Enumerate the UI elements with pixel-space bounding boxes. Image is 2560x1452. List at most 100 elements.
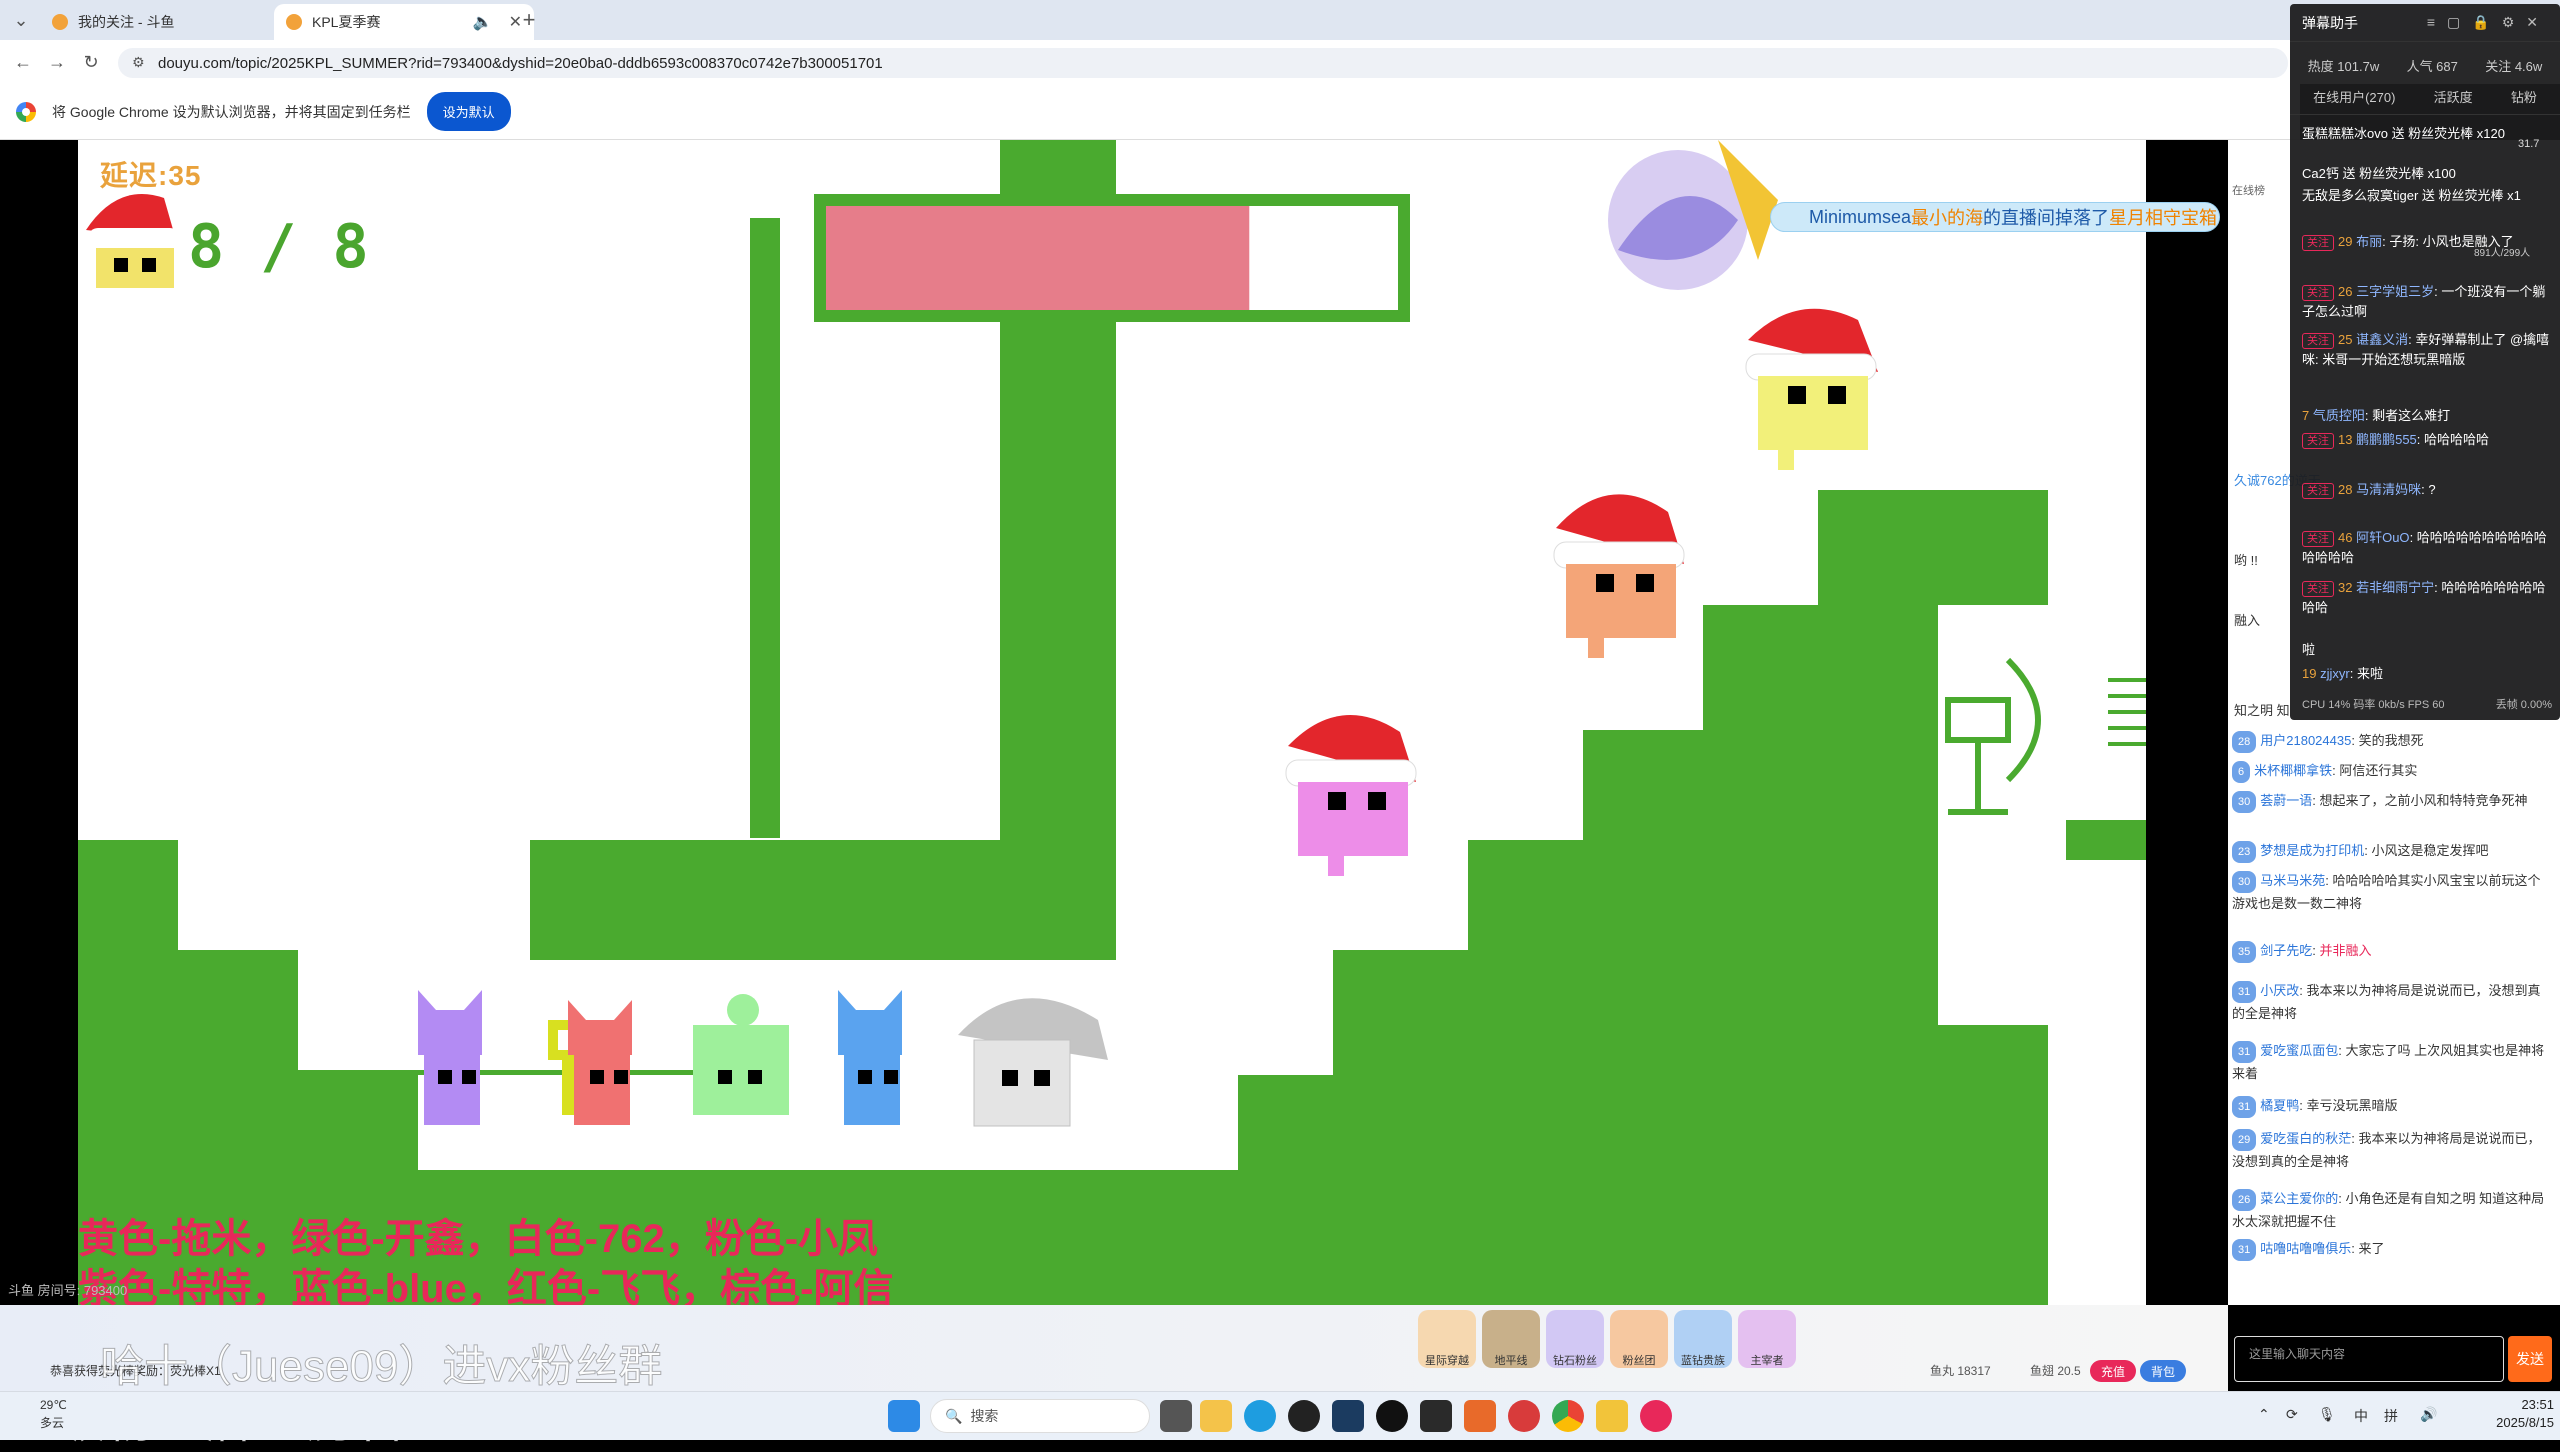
media-icon[interactable] xyxy=(1508,1400,1540,1432)
tab-my-follows[interactable]: 我的关注 - 斗鱼 ✕ xyxy=(40,4,300,40)
tab-diamond-fans[interactable]: 钻粉 xyxy=(2511,87,2537,106)
tab-kpl[interactable]: KPL夏季赛 🔈 ✕ xyxy=(274,4,534,40)
chat-username[interactable]: 梦想是成为打印机 xyxy=(2260,843,2364,858)
gift-icon[interactable]: 主宰者 xyxy=(1738,1310,1796,1368)
chat-username[interactable]: 菜公主爱你的 xyxy=(2260,1191,2338,1206)
tab-search-chevron-icon[interactable]: ⌄ xyxy=(4,3,38,37)
level-badge: 31 xyxy=(2232,981,2257,1003)
send-button[interactable]: 发送 xyxy=(2508,1336,2552,1382)
gift-icon[interactable]: 钻石粉丝 xyxy=(1546,1310,1604,1368)
edge-icon[interactable] xyxy=(1244,1400,1276,1432)
charge-button[interactable]: 充值 xyxy=(2090,1360,2136,1382)
ime-mode[interactable]: 中 xyxy=(2354,1406,2368,1426)
chat-row: 31 小厌改: 我本来以为神将局是说说而已，没想到真的全是神将 xyxy=(2232,981,2541,1021)
gift-icon[interactable]: 地平线 xyxy=(1482,1310,1540,1368)
infobar-text: 将 Google Chrome 设为默认浏览器，并将其固定到任务栏 xyxy=(52,103,411,120)
game-video[interactable] xyxy=(78,140,2146,1305)
douyu-app-icon[interactable] xyxy=(1464,1400,1496,1432)
tray-chevron-icon[interactable]: ⌃ xyxy=(2258,1406,2270,1423)
steam-icon[interactable] xyxy=(1332,1400,1364,1432)
helper-header: 弹幕助手 ≡▢🔒⚙✕ xyxy=(2290,4,2560,42)
kpl-favicon-icon xyxy=(286,14,302,30)
helper-tabs: 在线用户(270) 活跃度 钻粉 xyxy=(2290,81,2560,115)
helper-username[interactable]: 鹏鹏鹏555 xyxy=(2356,432,2417,447)
weather-temp: 29℃ xyxy=(40,1398,67,1412)
follow-tag: 关注 xyxy=(2302,333,2334,349)
helper-username[interactable]: 三字学姐三岁 xyxy=(2356,284,2434,299)
taskbar-search[interactable]: 🔍 搜索 xyxy=(930,1399,1150,1433)
terminal-icon[interactable] xyxy=(1420,1400,1452,1432)
helper-username[interactable]: 阿轩OuO xyxy=(2356,530,2409,545)
pink-cat xyxy=(1285,714,1417,876)
tab-title: 我的关注 - 斗鱼 xyxy=(78,14,175,30)
site-info-icon[interactable]: ⚙ xyxy=(132,54,145,71)
ime-pinyin[interactable]: 拼 xyxy=(2384,1406,2398,1426)
chat-username[interactable]: 荟蔚一语 xyxy=(2260,793,2312,808)
chat-username[interactable]: 马米马米苑 xyxy=(2260,873,2325,888)
helper-window-controls[interactable]: ≡▢🔒⚙✕ xyxy=(2427,14,2550,31)
helper-row: 关注 32 若非细雨宁宁: 哈哈哈哈哈哈哈哈哈哈 xyxy=(2302,580,2546,615)
new-tab-button[interactable]: + xyxy=(512,3,546,37)
reload-icon[interactable]: ↻ xyxy=(74,45,108,79)
helper-username[interactable]: zjjxyr xyxy=(2320,666,2350,681)
windows-start-icon[interactable] xyxy=(888,1400,920,1432)
speaker-icon[interactable]: 🔈 xyxy=(473,12,493,32)
netease-icon[interactable] xyxy=(1640,1400,1672,1432)
helper-footer: CPU 14% 码率 0kb/s FPS 60 丢帧 0.00% xyxy=(2302,696,2552,712)
chat-username[interactable]: 咕噜咕噜噜俱乐 xyxy=(2260,1241,2351,1256)
task-view-icon[interactable] xyxy=(1160,1400,1192,1432)
chat-username[interactable]: 用户218024435 xyxy=(2260,733,2351,748)
taskbar xyxy=(0,1391,2560,1440)
gift-ticker-banner[interactable]: Minimumsea 最小的海 的直播间掉落了 星月相守宝箱 xyxy=(1770,202,2220,232)
weather-desc: 多云 xyxy=(40,1416,65,1430)
helper-row-text: 无敌是多么寂寞tiger 送 粉丝荧光棒 x1 xyxy=(2302,188,2521,203)
level-badge: 29 xyxy=(2338,234,2353,249)
chat-username[interactable]: 爱吃蜜瓜面包 xyxy=(2260,1043,2338,1058)
chat-message: 想起来了，之前小风和特特竞争死神 xyxy=(2319,793,2528,808)
helper-username[interactable]: 若非细雨宁宁 xyxy=(2356,580,2434,595)
helper-row-text: 啦 xyxy=(2302,642,2316,657)
chat-row: 23 梦想是成为打印机: 小风这是稳定发挥吧 xyxy=(2232,840,2552,863)
tab-activity[interactable]: 活跃度 xyxy=(2434,87,2473,106)
tab-online-users[interactable]: 在线用户(270) xyxy=(2313,87,2395,106)
chat-username[interactable]: 小厌改 xyxy=(2260,983,2299,998)
set-default-button[interactable]: 设为默认 xyxy=(426,92,511,131)
douyu-favicon-icon xyxy=(52,14,68,30)
chat-username[interactable]: 米杯椰椰拿铁 xyxy=(2254,763,2332,778)
bag-button[interactable]: 背包 xyxy=(2140,1360,2186,1382)
chat-message: 小风这是稳定发挥吧 xyxy=(2371,843,2489,858)
health-bar-fill xyxy=(826,206,1250,310)
chat-username[interactable]: 爱吃蛋白的秋茫 xyxy=(2260,1131,2351,1146)
network-tray-icon[interactable]: ⟳ xyxy=(2286,1406,2298,1423)
volume-icon[interactable]: 🔊 xyxy=(2420,1406,2437,1423)
helper-username[interactable]: 气质控阳 xyxy=(2313,408,2365,423)
helper-username[interactable]: 马清清妈咪 xyxy=(2356,482,2421,497)
gift-icon[interactable]: 星际穿越 xyxy=(1418,1310,1476,1368)
helper-row: 啦 xyxy=(2302,640,2552,660)
player-icon xyxy=(86,194,180,288)
url-field[interactable]: ⚙ douyu.com/topic/2025KPL_SUMMER?rid=793… xyxy=(118,48,2288,78)
chrome-icon[interactable] xyxy=(1552,1400,1584,1432)
gift-icon[interactable]: 蓝钻贵族 xyxy=(1674,1310,1732,1368)
system-clock[interactable]: 23:51 2025/8/15 xyxy=(2480,1396,2554,1432)
floor-gap xyxy=(418,1075,1238,1170)
file-explorer-icon[interactable] xyxy=(1200,1400,1232,1432)
mic-icon[interactable]: 🎙 xyxy=(2318,1406,2336,1423)
helper-row: 7 气质控阳: 剩者这么难打 xyxy=(2302,408,2451,423)
qq-icon[interactable] xyxy=(1376,1400,1408,1432)
helper-row-text: Ca2钙 送 粉丝荧光棒 x100 xyxy=(2302,166,2456,181)
app-icon[interactable] xyxy=(1288,1400,1320,1432)
ticker-streamer: 最小的海 xyxy=(1911,208,1984,228)
gift-icon[interactable]: 粉丝团 xyxy=(1610,1310,1668,1368)
helper-username[interactable]: 谌鑫义消 xyxy=(2356,332,2408,347)
helper-row: 关注 46 阿轩OuO: 哈哈哈哈哈哈哈哈哈哈哈哈哈哈 xyxy=(2302,530,2547,565)
chat-username[interactable]: 橘夏鸭 xyxy=(2260,1098,2299,1113)
helper-username[interactable]: 布丽 xyxy=(2356,234,2382,249)
chat-username[interactable]: 剑子先吃 xyxy=(2260,943,2312,958)
level-badge: 29 xyxy=(2232,1129,2257,1151)
chat-input[interactable]: 这里输入聊天内容 xyxy=(2234,1336,2504,1382)
forward-icon[interactable]: → xyxy=(40,45,74,79)
back-icon[interactable]: ← xyxy=(6,45,40,79)
weather-widget[interactable]: 29℃ 多云 xyxy=(40,1396,67,1432)
app-icon[interactable] xyxy=(1596,1400,1628,1432)
